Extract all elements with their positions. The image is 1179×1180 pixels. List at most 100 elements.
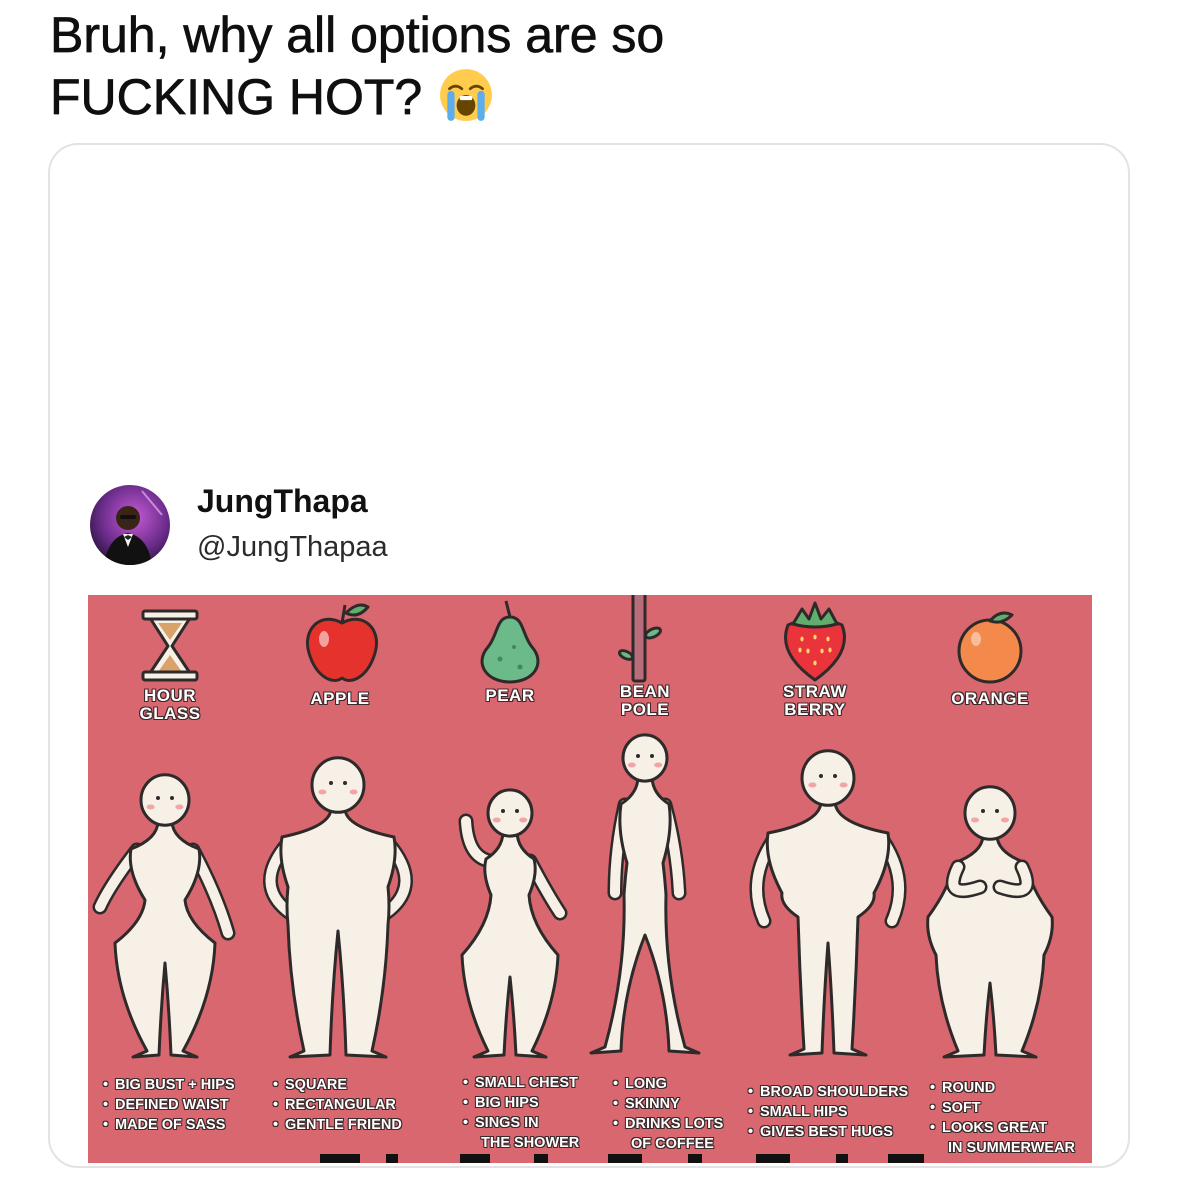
pear-figure (458, 788, 568, 1059)
pear-body (480, 615, 540, 684)
column-label-line: GLASS (139, 704, 201, 723)
right-eye (515, 809, 519, 813)
cutoff-letter-fragment (756, 1154, 790, 1163)
column-label-line: STRAW (783, 682, 847, 701)
body-shapes-infographic: HOURGLASS BIG BUST + HIPS DEFINED WAIST MAD… (88, 595, 1092, 1163)
trait-text: GIVES BEST HUGS (760, 1124, 893, 1140)
head-shape (963, 785, 1017, 841)
trait-item: GENTLE FRIEND (273, 1115, 402, 1135)
strawberry-seed (800, 636, 804, 642)
column-label: ORANGE (951, 690, 1029, 708)
figure-body (113, 820, 217, 1059)
figure-body (460, 831, 560, 1059)
bean-pole-figure (589, 733, 701, 1055)
trait-text: SOFT (942, 1100, 981, 1116)
strawberry-seed (806, 648, 810, 654)
trait-item: SINGS IN THE SHOWER (463, 1113, 579, 1153)
left-arm (458, 813, 498, 869)
bean-pole-stick (631, 595, 647, 683)
strawberry-seed (813, 660, 817, 666)
trait-item: BROAD SHOULDERS (748, 1082, 908, 1102)
figure-head (621, 733, 669, 783)
column-label: STRAW BERRY (783, 683, 847, 719)
head-shape (310, 756, 366, 814)
figure-body (279, 807, 397, 1059)
left-blush (971, 817, 979, 823)
embedded-display-name: JungThapa (197, 483, 368, 519)
left-blush (318, 789, 327, 795)
strawberry-seed (798, 647, 802, 653)
trait-text: RECTANGULAR (285, 1097, 396, 1113)
trait-text: ROUND (942, 1080, 996, 1096)
trait-item: ROUND (930, 1078, 1075, 1098)
trait-text: BROAD SHOULDERS (760, 1084, 909, 1100)
pear-stem (504, 600, 512, 618)
trait-item: SOFT (930, 1098, 1075, 1118)
hourglass-figure (92, 773, 236, 1059)
left-eye (819, 774, 823, 778)
right-eye (995, 809, 999, 813)
trait-text: DEFINED WAIST (115, 1097, 229, 1113)
caption-line-2: FUCKING HOT? (50, 69, 423, 126)
trait-item: MADE OF SASS (103, 1115, 235, 1135)
cutoff-letter-fragment (320, 1154, 360, 1163)
right-blush (654, 762, 663, 768)
trait-item: LONG (613, 1074, 723, 1094)
right-blush (175, 804, 184, 810)
caption-line-2-wrap: FUCKING HOT? (50, 66, 664, 128)
trait-item: SMALL CHEST (463, 1073, 579, 1093)
trait-list: BROAD SHOULDERS SMALL HIPS GIVES BEST HUGS (748, 1082, 908, 1142)
bean-pole-leaf (617, 649, 635, 661)
column-label: BEAN POLE (620, 683, 670, 719)
apple-shine (319, 631, 329, 647)
figure-head (800, 749, 856, 807)
column-label-line: BERRY (784, 700, 846, 719)
trait-list: LONG SKINNY DRINKS LOTS OF COFFEE (613, 1074, 723, 1154)
strawberry-seed (828, 647, 832, 653)
trait-list: BIG BUST + HIPS DEFINED WAIST MADE OF SASS (103, 1075, 235, 1135)
cutoff-letter-fragment (460, 1154, 490, 1163)
strawberry-figure (749, 749, 907, 1057)
trait-text: IN SUMMERWEAR (948, 1140, 1076, 1156)
column-label-line: APPLE (310, 689, 370, 708)
column-label-line: ORANGE (951, 689, 1029, 708)
column-label-line: HOUR (143, 686, 197, 705)
trait-text: SKINNY (625, 1096, 680, 1112)
pear-spot (517, 664, 523, 670)
trait-list: SMALL CHEST BIG HIPS SINGS IN THE SHOWER (463, 1073, 579, 1153)
trait-text: SQUARE (285, 1077, 348, 1093)
left-eye (329, 781, 333, 785)
figure-body (589, 776, 701, 1055)
media-card[interactable]: JungThapa @JungThapaa HOURGLASS BIG BUST … (48, 143, 1130, 1168)
trait-text: BIG HIPS (475, 1095, 539, 1111)
cutoff-letter-fragment (688, 1154, 702, 1163)
left-eye (981, 809, 985, 813)
bean-pole-icon (617, 595, 662, 683)
head-shape (486, 788, 534, 838)
trait-text: DRINKS LOTS (625, 1116, 724, 1132)
head-shape (139, 773, 191, 827)
left-blush (808, 782, 817, 788)
pear-icon (480, 600, 540, 684)
caption-line-1: Bruh, why all options are so (50, 7, 665, 64)
head-shape (621, 733, 669, 783)
emoji-right-tear (477, 90, 485, 121)
column-label: HOUR GLASS (139, 687, 200, 723)
right-eye (170, 796, 174, 800)
trait-item: GIVES BEST HUGS (748, 1122, 908, 1142)
post-caption: Bruh, why all options are so FUCKING HOT… (50, 4, 665, 128)
orange-body (957, 618, 1023, 684)
bean-pole-leaf (644, 626, 662, 640)
apple-body (306, 617, 378, 682)
trait-item: SMALL HIPS (748, 1102, 908, 1122)
right-eye (833, 774, 837, 778)
trait-text: THE SHOWER (481, 1135, 580, 1151)
cutoff-letter-fragment (534, 1154, 548, 1163)
left-eye (501, 809, 505, 813)
trait-text: BIG BUST + HIPS (115, 1077, 235, 1093)
trait-text: MADE OF SASS (115, 1117, 226, 1133)
cutoff-letter-fragment (836, 1154, 848, 1163)
trait-text: LONG (625, 1076, 667, 1092)
strawberry-seed (820, 648, 824, 654)
loudly-crying-face-icon (440, 69, 493, 121)
